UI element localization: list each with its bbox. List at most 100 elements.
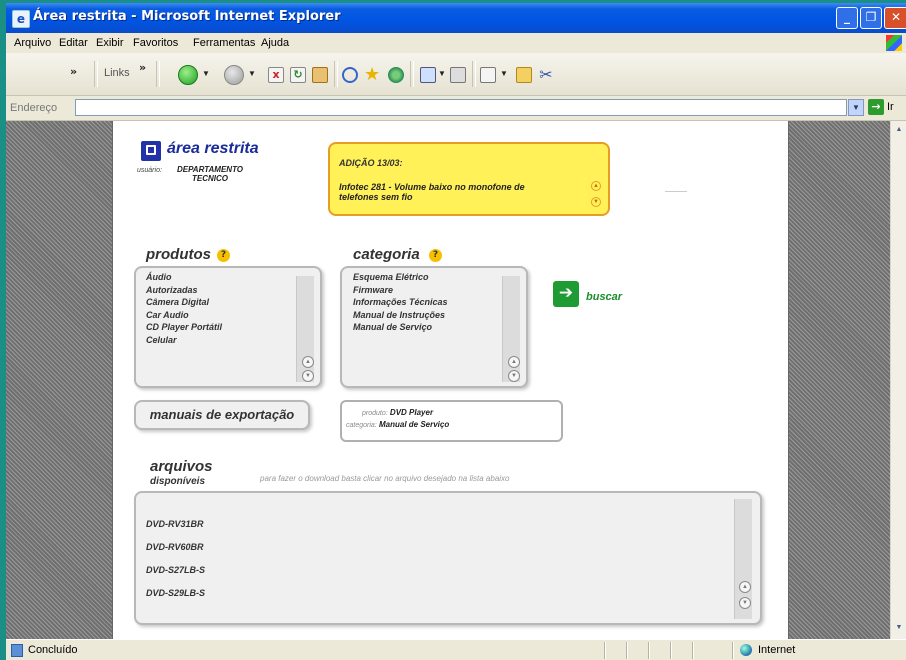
arquivos-scroll-down-icon[interactable]: ▼	[739, 597, 751, 609]
address-bar: Endereço ▼ → Ir	[6, 96, 906, 121]
categoria-item[interactable]: Informações Técnicas	[353, 296, 448, 309]
arquivos-title: arquivos	[150, 458, 213, 475]
print-icon[interactable]	[450, 67, 466, 83]
produtos-scroll-up-icon[interactable]: ▲	[302, 356, 314, 368]
categoria-scroll-up-icon[interactable]: ▲	[508, 356, 520, 368]
toolbar-overflow-chevron[interactable]: »	[70, 65, 77, 78]
user-label: usuário:	[137, 167, 162, 174]
security-zone: Internet	[758, 644, 796, 656]
favorites-star-icon[interactable]: ★	[364, 66, 380, 84]
produto-item[interactable]: Car Audio	[146, 309, 222, 322]
back-dropdown-icon[interactable]: ▼	[202, 69, 210, 78]
history-icon[interactable]	[388, 67, 404, 83]
links-label[interactable]: Links	[104, 67, 130, 79]
produto-item[interactable]: Celular	[146, 334, 222, 347]
toolbar-separator	[156, 61, 160, 87]
categoria-item[interactable]: Firmware	[353, 284, 448, 297]
minimize-button[interactable]: _	[836, 7, 858, 29]
arquivos-scroll-up-icon[interactable]: ▲	[739, 581, 751, 593]
go-arrow-icon[interactable]: →	[868, 99, 884, 115]
lock-icon	[141, 141, 161, 161]
status-divider	[604, 642, 606, 659]
categoria-title: categoria	[353, 246, 420, 263]
status-divider	[670, 642, 672, 659]
status-divider	[732, 642, 734, 659]
selection-categoria-row: categoria: Manual de Serviço	[346, 420, 449, 429]
title-bar[interactable]: e Área restrita - Microsoft Internet Exp…	[6, 3, 906, 33]
forward-dropdown-icon[interactable]: ▼	[248, 69, 256, 78]
news-heading: ADIÇÃO 13/03:	[339, 158, 403, 168]
stop-icon[interactable]: x	[268, 67, 284, 83]
folder-icon[interactable]	[516, 67, 532, 83]
user-name: DEPARTAMENTO TECNICO	[176, 165, 244, 183]
file-item[interactable]: DVD-RV60BR	[146, 536, 205, 559]
ie-page-icon: e	[12, 10, 30, 28]
forward-icon[interactable]	[224, 65, 244, 85]
file-item[interactable]: DVD-S29LB-S	[146, 582, 205, 605]
produto-item[interactable]: CD Player Portátil	[146, 321, 222, 334]
close-icon: ✕	[890, 10, 902, 24]
status-text: Concluído	[28, 644, 78, 656]
scroll-up-arrow-icon[interactable]: ▲	[892, 123, 906, 137]
news-scroll-up-icon[interactable]: ▲	[591, 181, 601, 191]
produtos-scroll-down-icon[interactable]: ▼	[302, 370, 314, 382]
minimize-icon: _	[844, 10, 850, 24]
search-icon[interactable]	[342, 67, 358, 83]
mail-icon[interactable]	[420, 67, 436, 83]
produto-item[interactable]: Autorizadas	[146, 284, 222, 297]
menu-exibir[interactable]: Exibir	[96, 37, 124, 49]
categoria-list: Esquema Elétrico Firmware Informações Té…	[353, 271, 448, 334]
menu-ferramentas[interactable]: Ferramentas	[193, 37, 255, 49]
scissors-icon[interactable]: ✂	[538, 67, 554, 83]
produto-item[interactable]: Câmera Digital	[146, 296, 222, 309]
scroll-down-arrow-icon[interactable]: ▼	[892, 621, 906, 635]
menu-ajuda[interactable]: Ajuda	[261, 37, 289, 49]
produto-item[interactable]: Áudio	[146, 271, 222, 284]
edit-icon[interactable]	[480, 67, 496, 83]
address-input[interactable]	[75, 99, 847, 116]
selection-summary: produto: DVD Player categoria: Manual de…	[340, 400, 563, 442]
buscar-button[interactable]: buscar	[586, 291, 622, 303]
page-viewport: área restrita usuário: DEPARTAMENTO TECN…	[6, 121, 906, 639]
arrow-right-icon[interactable]: ➔	[553, 281, 579, 307]
produto-value: DVD Player	[389, 408, 434, 417]
selection-produto-row: produto: DVD Player	[362, 408, 433, 417]
news-box: ADIÇÃO 13/03: Infotec 281 - Volume baixo…	[328, 142, 610, 216]
home-icon[interactable]	[312, 67, 328, 83]
status-divider	[626, 642, 628, 659]
news-text[interactable]: Infotec 281 - Volume baixo no monofone d…	[339, 182, 554, 202]
produto-label: produto:	[362, 410, 388, 417]
vertical-scrollbar[interactable]: ▲ ▼	[890, 121, 906, 639]
produtos-help-icon[interactable]: ?	[217, 249, 230, 262]
close-button[interactable]: ✕	[884, 7, 906, 29]
address-dropdown-icon[interactable]: ▼	[848, 99, 864, 116]
status-bar: Concluído Internet	[6, 639, 906, 660]
file-item[interactable]: DVD-S27LB-S	[146, 559, 205, 582]
links-overflow-chevron[interactable]: »	[139, 61, 146, 74]
categoria-item[interactable]: Manual de Serviço	[353, 321, 448, 334]
menu-editar[interactable]: Editar	[59, 37, 88, 49]
menu-arquivo[interactable]: Arquivo	[14, 37, 51, 49]
refresh-icon[interactable]: ↻	[290, 67, 306, 83]
categoria-item[interactable]: Esquema Elétrico	[353, 271, 448, 284]
edit-dropdown-icon[interactable]: ▼	[500, 69, 508, 78]
arquivos-panel: ▲ ▼ DVD-RV31BR DVD-RV60BR DVD-S27LB-S DV…	[134, 491, 762, 625]
arquivos-list: DVD-RV31BR DVD-RV60BR DVD-S27LB-S DVD-S2…	[146, 513, 205, 605]
news-scroll-down-icon[interactable]: ▼	[591, 197, 601, 207]
status-divider	[648, 642, 650, 659]
manuais-exportacao-button[interactable]: manuais de exportação	[134, 400, 310, 430]
categoria-label: categoria:	[346, 422, 377, 429]
toolbar-separator	[472, 61, 476, 87]
categoria-scroll-down-icon[interactable]: ▼	[508, 370, 520, 382]
arquivos-subtitle: disponíveis	[150, 476, 206, 487]
back-icon[interactable]	[178, 65, 198, 85]
categoria-help-icon[interactable]: ?	[429, 249, 442, 262]
go-button[interactable]: Ir	[887, 101, 894, 113]
file-item[interactable]: DVD-RV31BR	[146, 513, 205, 536]
address-label: Endereço	[10, 102, 58, 114]
maximize-button[interactable]: ❐	[860, 7, 882, 29]
mail-dropdown-icon[interactable]: ▼	[438, 69, 446, 78]
categoria-item[interactable]: Manual de Instruções	[353, 309, 448, 322]
menu-favoritos[interactable]: Favoritos	[133, 37, 178, 49]
toolbar-separator	[94, 61, 98, 87]
